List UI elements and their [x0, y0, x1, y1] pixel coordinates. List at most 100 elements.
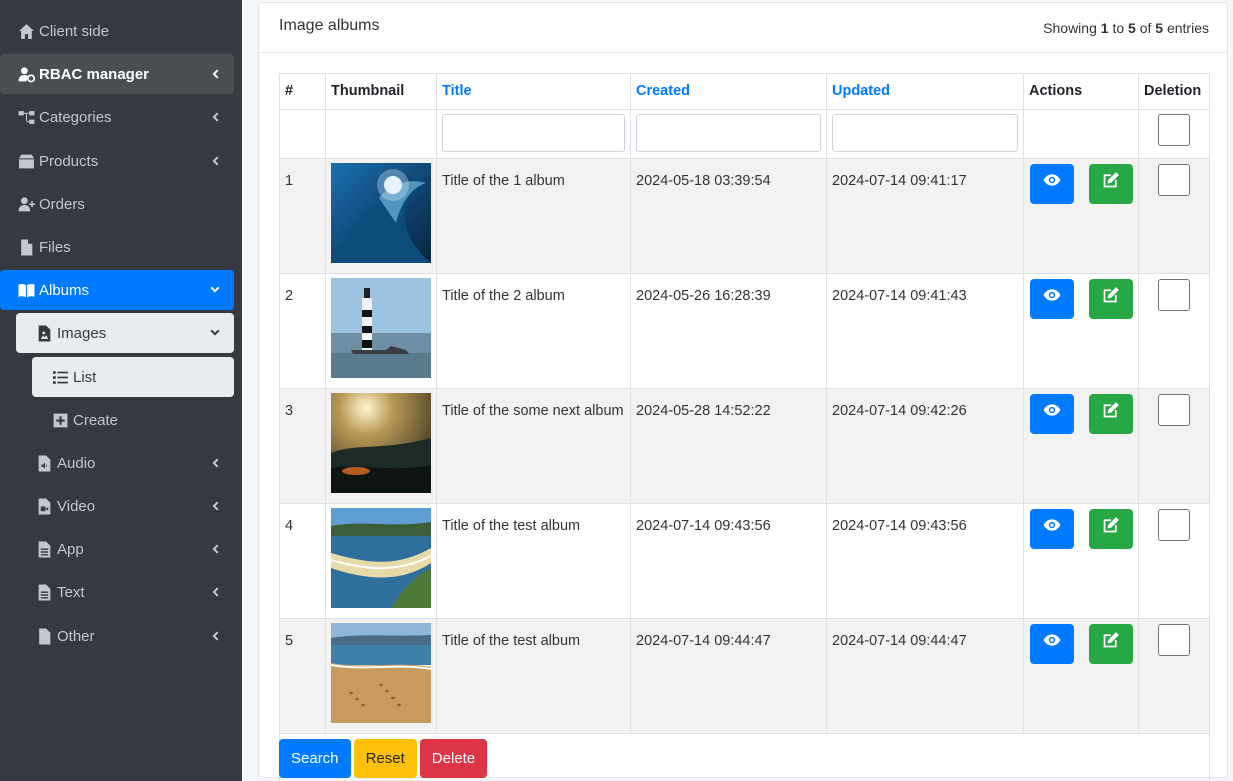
- sidebar-item-client-side[interactable]: Client side: [0, 11, 234, 51]
- edit-button[interactable]: [1089, 279, 1133, 319]
- table-row: 3 Title of the some next album 2024-05-2…: [279, 388, 1210, 504]
- row-checkbox[interactable]: [1158, 279, 1190, 311]
- sidebar-item-create[interactable]: Create: [32, 400, 234, 440]
- view-button[interactable]: [1030, 394, 1074, 434]
- sitemap-icon: [16, 108, 36, 126]
- sidebar-item-products[interactable]: Products: [0, 141, 234, 181]
- column-header-updated[interactable]: Updated: [826, 73, 1024, 110]
- row-number: 3: [279, 388, 326, 504]
- deletion-cell: [1138, 503, 1210, 619]
- row-checkbox[interactable]: [1158, 394, 1190, 426]
- delete-button[interactable]: Delete: [419, 739, 488, 778]
- chevron-left-icon: [210, 587, 220, 597]
- created-cell: 2024-05-18 03:39:54: [630, 158, 827, 274]
- thumbnail-lighthouse-image[interactable]: [331, 278, 431, 378]
- view-button[interactable]: [1030, 164, 1074, 204]
- eye-icon: [1043, 286, 1061, 312]
- view-button[interactable]: [1030, 624, 1074, 664]
- chevron-down-icon: [210, 328, 220, 338]
- file-text-icon: [34, 583, 54, 601]
- row-checkbox[interactable]: [1158, 164, 1190, 196]
- file-icon: [34, 627, 54, 645]
- updated-cell: 2024-07-14 09:41:43: [826, 273, 1024, 389]
- deletion-cell: [1138, 618, 1210, 734]
- summary-prefix: Showing: [1043, 20, 1097, 36]
- header-row: # Thumbnail Title Created Updated Action…: [279, 73, 1210, 110]
- thumbnail-beach-image[interactable]: [331, 623, 431, 723]
- column-header-created[interactable]: Created: [630, 73, 827, 110]
- thumbnail-sunburst-image[interactable]: [331, 393, 431, 493]
- filter-cell-deletion: [1138, 109, 1210, 159]
- updated-filter-input[interactable]: [832, 114, 1018, 152]
- filter-cell-empty: [1023, 109, 1139, 159]
- created-cell: 2024-07-14 09:43:56: [630, 503, 827, 619]
- home-icon: [16, 22, 36, 40]
- sidebar-item-list[interactable]: List: [32, 357, 234, 397]
- file-alt-icon: [34, 540, 54, 558]
- sidebar-item-images[interactable]: Images: [16, 313, 234, 353]
- entries-summary: Showing 1 to 5 of 5 entries: [1043, 20, 1209, 36]
- thumbnail-cell: [325, 503, 437, 619]
- card-header: Image albums Showing 1 to 5 of 5 entries: [259, 3, 1227, 53]
- title-filter-input[interactable]: [442, 114, 625, 152]
- filter-row: [279, 109, 1210, 159]
- view-button[interactable]: [1030, 279, 1074, 319]
- search-button[interactable]: Search: [279, 739, 351, 778]
- chevron-left-icon: [210, 69, 220, 79]
- edit-icon: [1102, 286, 1120, 312]
- table-row: 2 Title of the 2 album 2024-05-26 16:28:…: [279, 273, 1210, 389]
- edit-icon: [1102, 401, 1120, 427]
- actions-cell: [1023, 273, 1139, 389]
- sidebar-item-label: Images: [57, 324, 107, 342]
- sidebar-item-label: App: [57, 540, 84, 558]
- column-header-actions: Actions: [1023, 73, 1139, 110]
- thumbnail-wave-image[interactable]: [331, 163, 431, 263]
- eye-icon: [1043, 631, 1061, 657]
- view-button[interactable]: [1030, 509, 1074, 549]
- sidebar-item-app[interactable]: App: [16, 529, 234, 569]
- select-all-checkbox[interactable]: [1158, 114, 1190, 146]
- row-checkbox[interactable]: [1158, 624, 1190, 656]
- sidebar-item-rbac-manager[interactable]: RBAC manager: [0, 54, 234, 94]
- file-icon: [16, 238, 36, 256]
- reset-button[interactable]: Reset: [353, 739, 417, 778]
- edit-button[interactable]: [1089, 394, 1133, 434]
- row-checkbox[interactable]: [1158, 509, 1190, 541]
- sidebar-item-text[interactable]: Text: [16, 572, 234, 612]
- title-cell: Title of the some next album: [436, 388, 631, 504]
- sidebar-item-label: Client side: [39, 22, 110, 40]
- table-row: 4 Title of the test album 2024-07-14 09:…: [279, 503, 1210, 619]
- sidebar-item-audio[interactable]: Audio: [16, 443, 234, 483]
- sidebar-item-label: Categories: [39, 108, 112, 126]
- plus-square-icon: [50, 411, 70, 429]
- sidebar-item-files[interactable]: Files: [0, 227, 234, 267]
- sidebar-item-label: RBAC manager: [39, 65, 150, 83]
- edit-button[interactable]: [1089, 509, 1133, 549]
- thumbnail-cell: [325, 388, 437, 504]
- footer-cell: Search Reset Delete: [279, 733, 1210, 781]
- book-open-icon: [16, 281, 36, 299]
- thumbnail-coast-image[interactable]: [331, 508, 431, 608]
- thumbnail-cell: [325, 273, 437, 389]
- actions-cell: [1023, 158, 1139, 274]
- sidebar-item-label: Text: [57, 583, 85, 601]
- sidebar-item-categories[interactable]: Categories: [0, 97, 234, 137]
- updated-cell: 2024-07-14 09:41:17: [826, 158, 1024, 274]
- sidebar-item-orders[interactable]: Orders: [0, 184, 234, 224]
- deletion-cell: [1138, 158, 1210, 274]
- edit-button[interactable]: [1089, 624, 1133, 664]
- sidebar-item-other[interactable]: Other: [16, 616, 234, 656]
- edit-button[interactable]: [1089, 164, 1133, 204]
- column-header-title[interactable]: Title: [436, 73, 631, 110]
- row-number: 2: [279, 273, 326, 389]
- chevron-left-icon: [210, 544, 220, 554]
- sidebar-item-video[interactable]: Video: [16, 486, 234, 526]
- actions-cell: [1023, 618, 1139, 734]
- updated-cell: 2024-07-14 09:42:26: [826, 388, 1024, 504]
- filter-cell-updated: [826, 109, 1024, 159]
- column-header-deletion: Deletion: [1138, 73, 1210, 110]
- sidebar-item-albums[interactable]: Albums: [0, 270, 234, 310]
- summary-from: 1: [1100, 20, 1109, 36]
- created-filter-input[interactable]: [636, 114, 821, 152]
- created-cell: 2024-07-14 09:44:47: [630, 618, 827, 734]
